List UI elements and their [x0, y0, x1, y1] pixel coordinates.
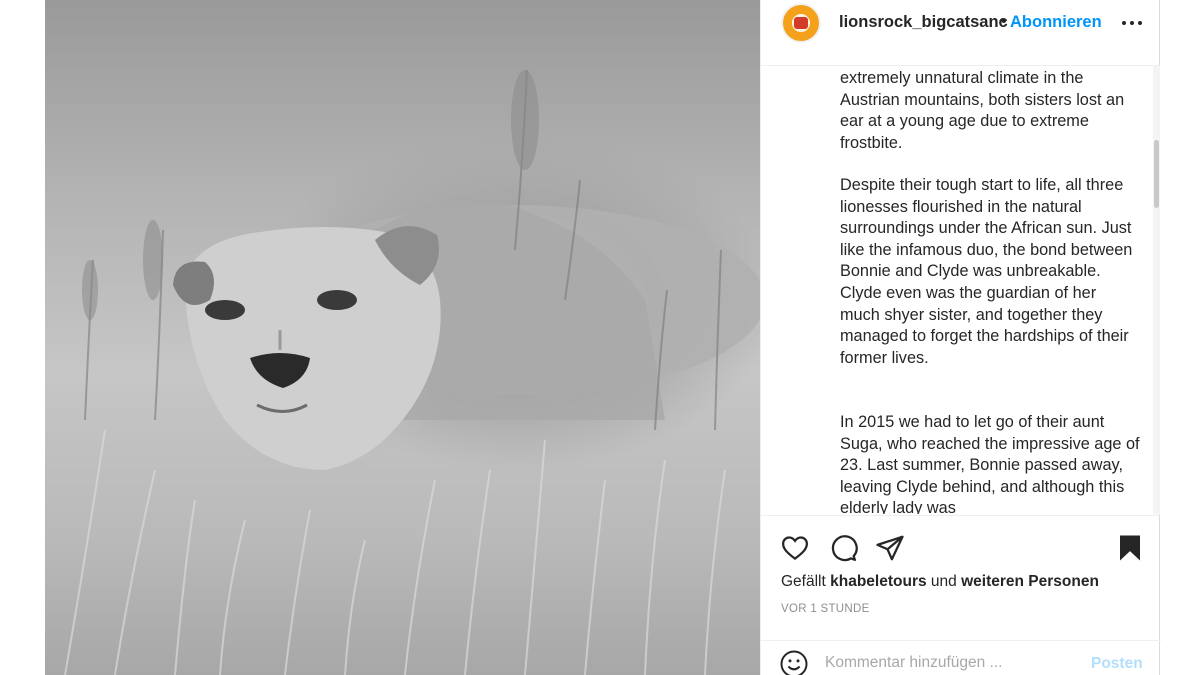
separator-dot: • [1001, 13, 1007, 30]
post-timestamp[interactable]: VOR 1 STUNDE [781, 603, 870, 615]
likes-line: Gefällt khabeletours und weiteren Person… [781, 573, 1099, 591]
post-comment-button[interactable]: Posten [1091, 655, 1143, 673]
likes-prefix: Gefällt [781, 573, 826, 590]
likes-connector: und [930, 573, 957, 590]
caption-paragraph: extremely unnatural climate in the Austr… [840, 69, 1125, 152]
caption-scrollbar[interactable] [1153, 66, 1160, 514]
username-link[interactable]: lionsrock_bigcatsanc [839, 13, 1008, 32]
caption-paragraph: In 2015 we had to let go of their aunt S… [840, 413, 1140, 514]
share-icon[interactable] [875, 533, 905, 563]
bookmark-icon[interactable] [1115, 533, 1145, 563]
emoji-icon[interactable] [779, 649, 809, 675]
comment-icon[interactable] [828, 533, 858, 563]
post-header: lionsrock_bigcatsanc • Abonnieren [761, 0, 1161, 66]
caption-scrollbar-thumb[interactable] [1154, 140, 1159, 208]
follow-button[interactable]: Abonnieren [1010, 13, 1102, 32]
post-image[interactable] [45, 0, 760, 675]
post-side-panel: lionsrock_bigcatsanc • Abonnieren extrem… [760, 0, 1161, 675]
comment-input[interactable] [825, 651, 1065, 675]
caption-paragraph: Despite their tough start to life, all t… [840, 176, 1133, 367]
liked-by-user-link[interactable]: khabeletours [830, 573, 926, 590]
heart-icon[interactable] [780, 533, 810, 563]
post-caption: extremely unnatural climate in the Austr… [761, 66, 1156, 514]
post-actions: Gefällt khabeletours und weiteren Person… [761, 515, 1161, 640]
comment-bar: Posten [761, 640, 1161, 675]
avatar[interactable] [781, 3, 821, 43]
more-options-icon[interactable] [1120, 10, 1144, 34]
lioness-photo [64, 69, 760, 675]
others-link[interactable]: weiteren Personen [961, 573, 1099, 590]
avatar-logo-icon [794, 17, 808, 29]
